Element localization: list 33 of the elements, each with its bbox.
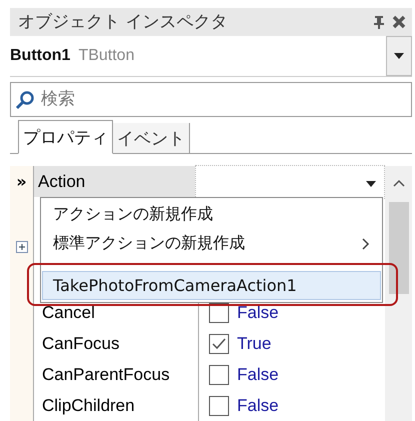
property-value: False [237, 364, 279, 384]
checkbox[interactable] [209, 396, 229, 416]
panel-title: オブジェクト インスペクタ [18, 11, 228, 34]
search-field[interactable]: 検索 [10, 82, 412, 117]
expand-icon[interactable] [16, 241, 28, 253]
tab[interactable]: プロパティ [18, 120, 113, 154]
property-name: CanParentFocus [34, 359, 199, 390]
caret-icon [394, 52, 404, 59]
checkbox[interactable] [209, 334, 229, 354]
close-icon[interactable] [392, 14, 406, 29]
caret-icon [366, 181, 376, 187]
property-name: ClipChildren [34, 390, 199, 421]
property-name: CanFocus [34, 328, 199, 359]
object-name: Button1 [10, 46, 70, 65]
pin-icon[interactable] [372, 14, 386, 29]
chevron-right-icon [362, 238, 370, 250]
scroll-thumb[interactable] [388, 202, 408, 294]
gutter-mark: » [16, 171, 27, 193]
object-type: TButton [78, 46, 136, 65]
tick-icon [212, 338, 226, 350]
tab[interactable]: イベント [113, 123, 190, 153]
menu-item[interactable]: アクションの新規作成 [42, 200, 381, 229]
property-value: False [237, 396, 279, 416]
object-dropdown-button[interactable] [386, 36, 412, 76]
property-name: Action [34, 166, 195, 197]
search-icon [15, 90, 35, 110]
property-value: False [237, 302, 279, 322]
menu-item[interactable]: 標準アクションの新規作成 [42, 229, 381, 258]
menu-item[interactable]: TakePhotoFromCameraAction1 [42, 271, 381, 300]
checkbox[interactable] [209, 364, 229, 384]
property-value: True [237, 334, 272, 354]
scrollbar[interactable] [385, 166, 412, 421]
value-dropdown[interactable] [195, 164, 385, 198]
